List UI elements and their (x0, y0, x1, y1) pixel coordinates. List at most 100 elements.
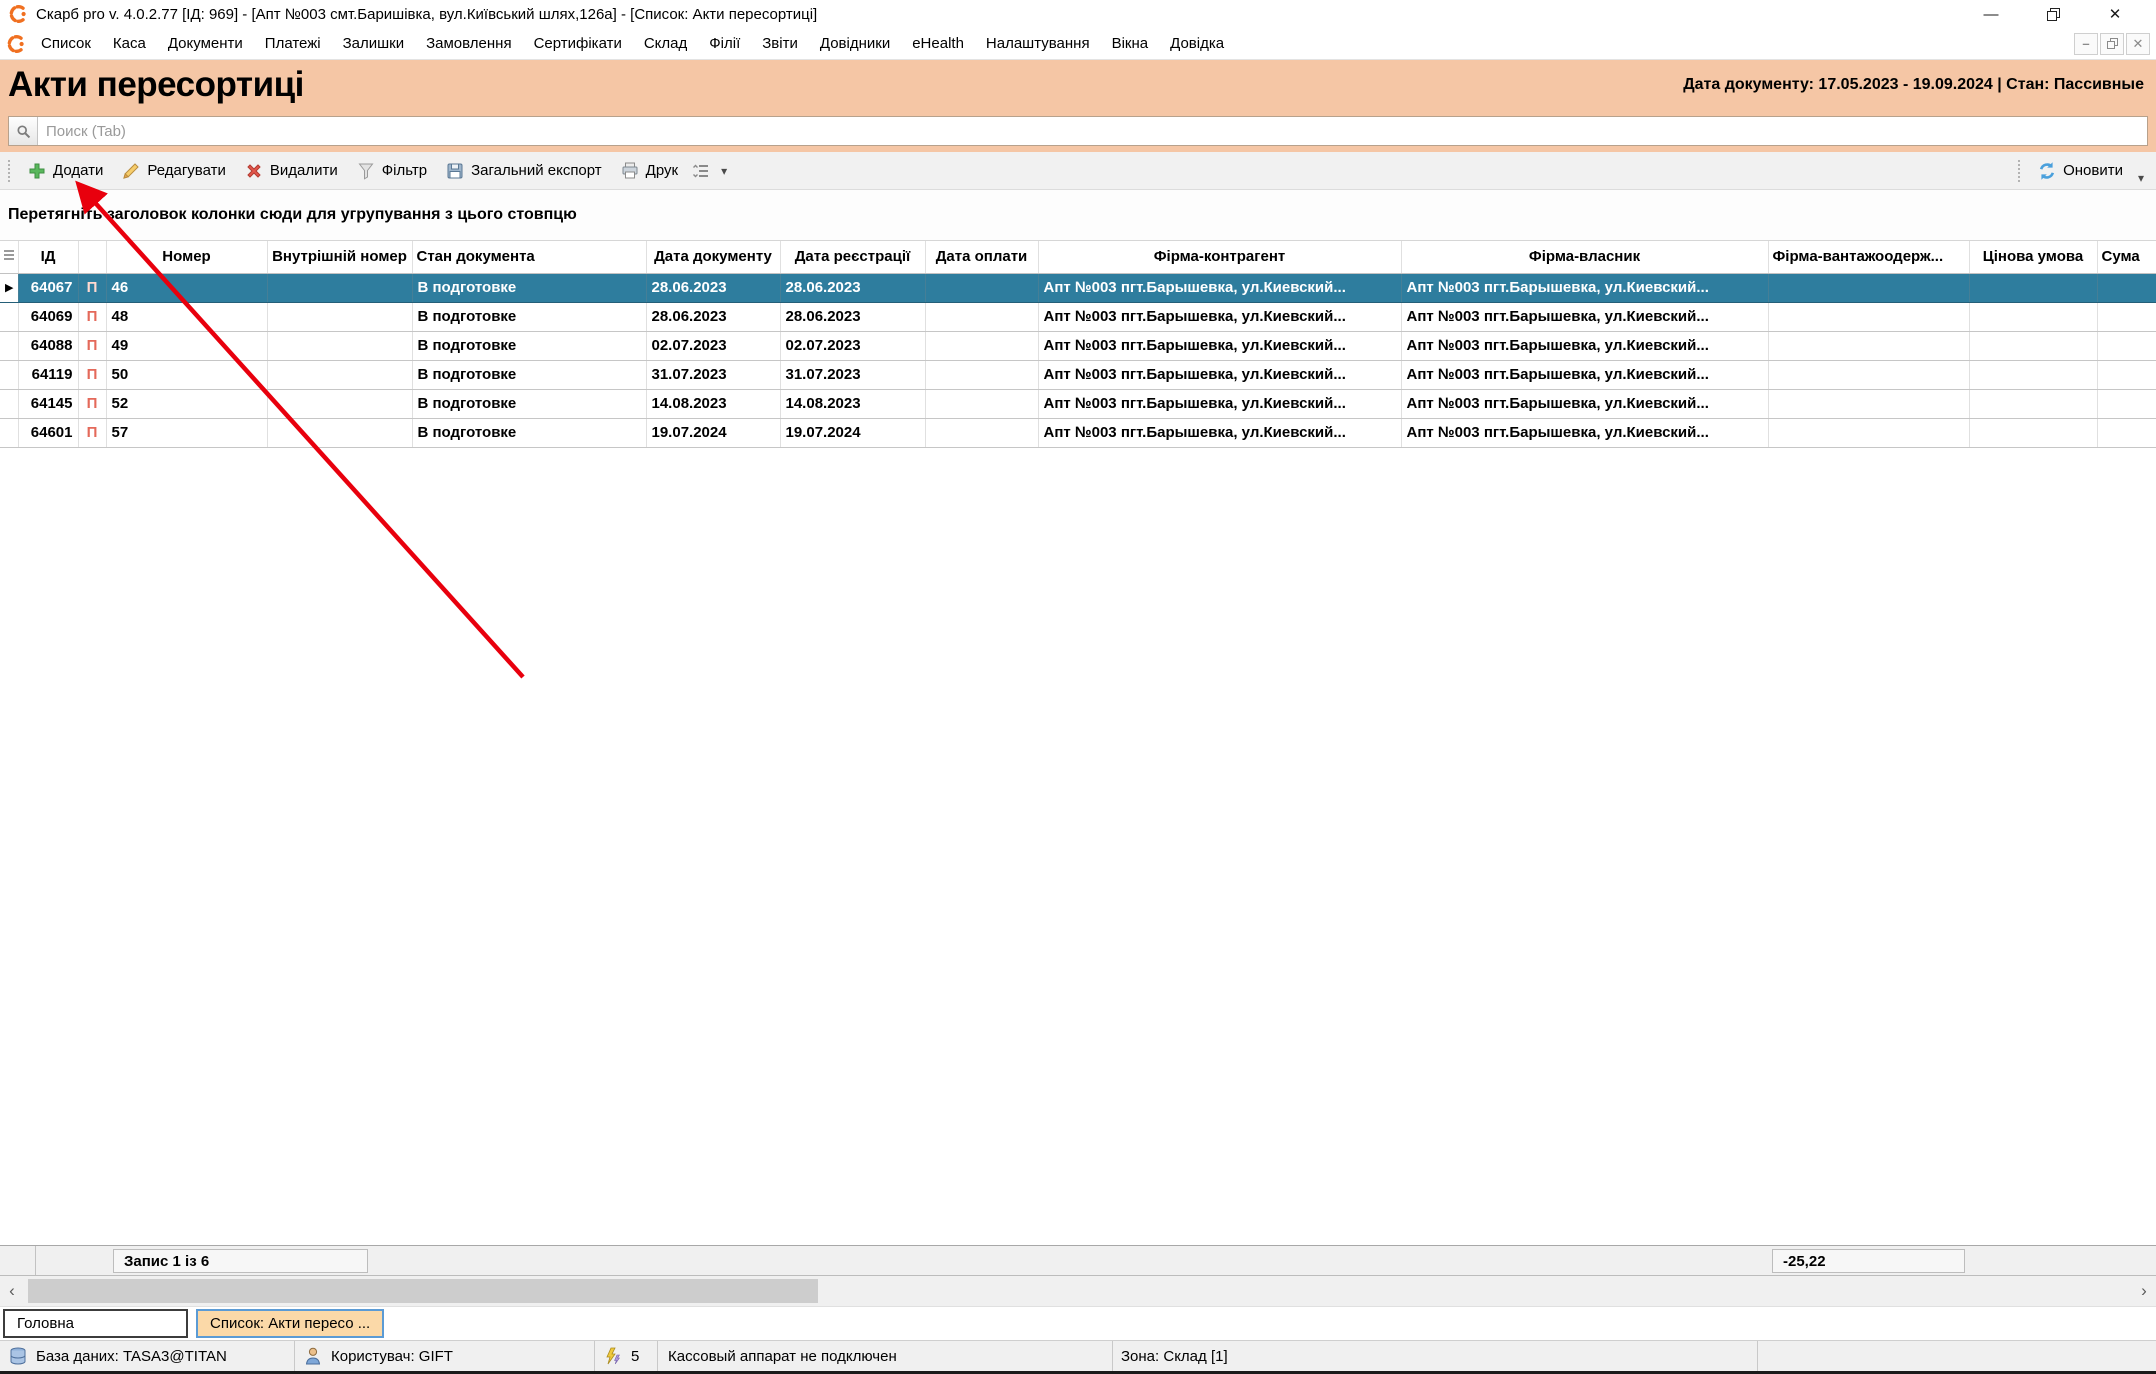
cell-consignee (1768, 389, 1969, 418)
add-button[interactable]: Додати (18, 156, 112, 186)
export-button[interactable]: Загальний експорт (436, 156, 611, 186)
toolbar-right-grip (2018, 160, 2022, 182)
cell-price_cond (1969, 360, 2097, 389)
column-header-9[interactable]: Фірма-контрагент (1038, 241, 1401, 273)
cell-owner: Апт №003 пгт.Барышевка, ул.Киевский... (1401, 418, 1768, 447)
cell-doc_date: 19.07.2024 (646, 418, 780, 447)
cell-internal (267, 389, 412, 418)
cell-contractor: Апт №003 пгт.Барышевка, ул.Киевский... (1038, 360, 1401, 389)
column-header-13[interactable]: Сума (2097, 241, 2156, 273)
mdi-close-icon[interactable]: ✕ (2126, 33, 2150, 55)
menu-item-5[interactable]: Залишки (332, 30, 416, 58)
menu-item-2[interactable]: Каса (102, 30, 157, 58)
cell-state: В подготовке (412, 389, 646, 418)
scrollbar-thumb[interactable] (28, 1279, 818, 1303)
refresh-dropdown-icon[interactable]: ▾ (2132, 171, 2150, 189)
statusbar-counter: 5 (595, 1341, 658, 1371)
menu-item-8[interactable]: Склад (633, 30, 698, 58)
filter-button-label: Фільтр (382, 162, 427, 179)
cell-sum (2097, 331, 2156, 360)
scroll-right-icon[interactable]: › (2132, 1276, 2156, 1306)
summary-left-cell (0, 1246, 36, 1275)
statusbar-database: База даних: TASA3@TITAN (0, 1341, 295, 1371)
column-header-6[interactable]: Дата документу (646, 241, 780, 273)
total-sum: -25,22 (1772, 1249, 1965, 1273)
column-header-8[interactable]: Дата оплати (925, 241, 1038, 273)
restore-icon[interactable] (2022, 1, 2084, 27)
column-header-3[interactable]: Номер (106, 241, 267, 273)
print-button[interactable]: Друк (611, 156, 687, 186)
table-row[interactable]: 64145П52В подготовке14.08.202314.08.2023… (0, 389, 2156, 418)
menu-logo-icon (6, 34, 26, 54)
cell-flag: П (78, 360, 106, 389)
toolbar-dropdown-icon[interactable]: ▾ (715, 164, 733, 178)
column-header-1[interactable]: ІД (18, 241, 78, 273)
menu-item-1[interactable]: Список (30, 30, 102, 58)
status-bar: База даних: TASA3@TITAN Користувач: GIFT… (0, 1340, 2156, 1371)
close-icon[interactable]: ✕ (2084, 1, 2146, 27)
edit-button[interactable]: Редагувати (112, 156, 235, 186)
lightning-icon (603, 1346, 623, 1366)
menu-item-10[interactable]: Звіти (751, 30, 809, 58)
tab-2[interactable]: Список: Акти пересо ... (196, 1309, 384, 1338)
cell-consignee (1768, 418, 1969, 447)
cell-reg_date: 28.06.2023 (780, 302, 925, 331)
menu-items: СписокКасаДокументиПлатежіЗалишкиЗамовле… (30, 30, 1235, 58)
table-row[interactable]: 64119П50В подготовке31.07.202331.07.2023… (0, 360, 2156, 389)
cell-contractor: Апт №003 пгт.Барышевка, ул.Киевский... (1038, 418, 1401, 447)
cell-flag: П (78, 273, 106, 302)
column-header-5[interactable]: Стан документа (412, 241, 646, 273)
menu-item-3[interactable]: Документи (157, 30, 254, 58)
tab-1[interactable]: Головна (3, 1309, 188, 1338)
scrollbar-track[interactable] (24, 1276, 2132, 1306)
row-indicator (0, 331, 18, 360)
cell-doc_date: 31.07.2023 (646, 360, 780, 389)
mdi-minimize-icon[interactable]: – (2074, 33, 2098, 55)
menu-item-4[interactable]: Платежі (254, 30, 332, 58)
column-chooser-icon[interactable] (0, 241, 18, 273)
refresh-button[interactable]: Оновити (2028, 156, 2132, 186)
table-row[interactable]: 64601П57В подготовке19.07.202419.07.2024… (0, 418, 2156, 447)
menu-item-11[interactable]: Довідники (809, 30, 901, 58)
horizontal-scrollbar: ‹ › (0, 1276, 2156, 1306)
cell-doc_date: 28.06.2023 (646, 302, 780, 331)
database-label: База даних: TASA3@TITAN (36, 1348, 227, 1365)
search-box (8, 116, 2148, 146)
search-icon[interactable] (9, 117, 38, 145)
column-header-7[interactable]: Дата реєстрації (780, 241, 925, 273)
table-row[interactable]: ▶64067П46В подготовке28.06.202328.06.202… (0, 273, 2156, 302)
column-header-4[interactable]: Внутрішній номер (267, 241, 412, 273)
mdi-restore-icon[interactable] (2100, 33, 2124, 55)
record-count: Запис 1 із 6 (113, 1249, 368, 1273)
menu-item-6[interactable]: Замовлення (415, 30, 522, 58)
filter-button[interactable]: Фільтр (347, 156, 436, 186)
list-options-button[interactable] (687, 156, 715, 186)
export-button-label: Загальний експорт (471, 162, 602, 179)
table-row[interactable]: 64088П49В подготовке02.07.202302.07.2023… (0, 331, 2156, 360)
column-header-11[interactable]: Фірма-вантажоодерж... (1768, 241, 1969, 273)
row-indicator (0, 302, 18, 331)
document-grid: ІДНомерВнутрішній номерСтан документаДат… (0, 240, 2156, 1245)
table-row[interactable]: 64069П48В подготовке28.06.202328.06.2023… (0, 302, 2156, 331)
menu-item-9[interactable]: Філії (698, 30, 751, 58)
cell-owner: Апт №003 пгт.Барышевка, ул.Киевский... (1401, 389, 1768, 418)
menu-item-14[interactable]: Вікна (1101, 30, 1160, 58)
column-header-12[interactable]: Цінова умова (1969, 241, 2097, 273)
column-header-10[interactable]: Фірма-власник (1401, 241, 1768, 273)
user-label: Користувач: GIFT (331, 1348, 453, 1365)
toolbar: Додати Редагувати Видалити Фільтр Загаль… (0, 152, 2156, 190)
search-input[interactable] (38, 117, 2147, 145)
menu-item-15[interactable]: Довідка (1159, 30, 1235, 58)
column-header-2[interactable] (78, 241, 106, 273)
menu-item-7[interactable]: Сертифікати (523, 30, 633, 58)
delete-button[interactable]: Видалити (235, 156, 347, 186)
scroll-left-icon[interactable]: ‹ (0, 1276, 24, 1306)
group-by-panel[interactable]: Перетягніть заголовок колонки сюди для у… (0, 190, 2156, 240)
edit-button-label: Редагувати (147, 162, 226, 179)
minimize-icon[interactable]: — (1960, 1, 2022, 27)
counter-value: 5 (631, 1348, 639, 1365)
menu-item-12[interactable]: eHealth (901, 30, 975, 58)
menu-bar: СписокКасаДокументиПлатежіЗалишкиЗамовле… (0, 28, 2156, 60)
title-bar: Скарб pro v. 4.0.2.77 [ІД: 969] - [Апт №… (0, 0, 2156, 28)
menu-item-13[interactable]: Налаштування (975, 30, 1101, 58)
